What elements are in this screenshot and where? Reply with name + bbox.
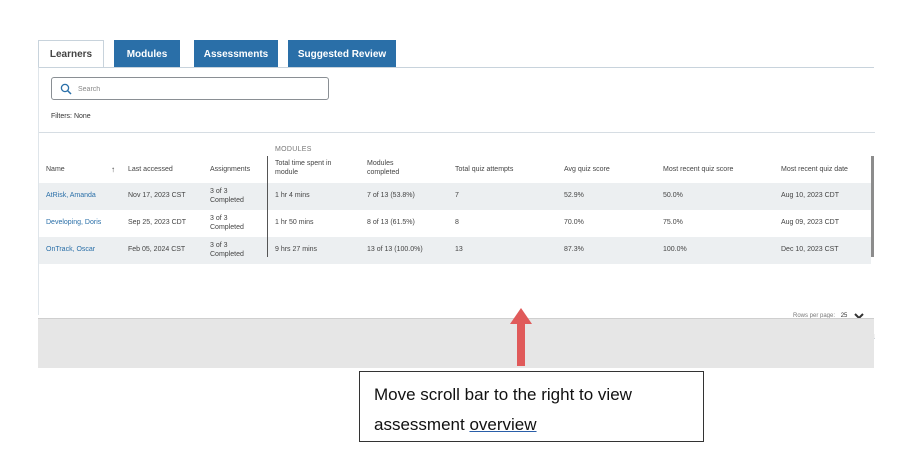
recent-quiz-score-cell: 75.0% xyxy=(663,219,683,226)
assignments-cell: 3 of 3 Completed xyxy=(210,215,244,231)
recent-quiz-score-cell: 100.0% xyxy=(663,246,687,253)
vertical-scrollbar[interactable] xyxy=(871,156,874,257)
tab-modules[interactable]: Modules xyxy=(114,40,180,68)
col-name[interactable]: Name xyxy=(46,165,65,174)
search-input[interactable] xyxy=(78,81,318,97)
total-time-cell: 1 hr 4 mins xyxy=(275,192,310,199)
frozen-column-divider xyxy=(267,156,268,257)
learners-panel: Filters: None MODULES Name ↑ Last access… xyxy=(38,67,875,339)
recent-quiz-date-cell: Aug 09, 2023 CDT xyxy=(781,219,839,226)
avg-quiz-score-cell: 87.3% xyxy=(564,246,584,253)
modules-completed-cell: 13 of 13 (100.0%) xyxy=(367,246,423,253)
quiz-attempts-cell: 7 xyxy=(455,192,459,199)
callout-line-1: Move scroll bar to the right to view xyxy=(374,385,632,404)
col-total-quiz-attempts[interactable]: Total quiz attempts xyxy=(455,165,513,174)
last-accessed-cell: Sep 25, 2023 CDT xyxy=(128,219,186,226)
col-avg-quiz-score[interactable]: Avg quiz score xyxy=(564,165,610,174)
tab-suggested-review[interactable]: Suggested Review xyxy=(288,40,396,68)
modules-completed-cell: 7 of 13 (53.8%) xyxy=(367,192,415,199)
sort-up-arrow-icon[interactable]: ↑ xyxy=(111,165,115,174)
assignments-cell: 3 of 3 Completed xyxy=(210,188,244,204)
footer-area xyxy=(38,318,874,368)
quiz-attempts-cell: 13 xyxy=(455,246,463,253)
col-last-accessed[interactable]: Last accessed xyxy=(128,165,173,174)
tab-assessments[interactable]: Assessments xyxy=(194,40,278,68)
col-total-time[interactable]: Total time spent in module xyxy=(275,159,347,177)
recent-quiz-date-cell: Dec 10, 2023 CST xyxy=(781,246,839,253)
table-row: AtRisk, Amanda Nov 17, 2023 CST 3 of 3 C… xyxy=(39,183,871,210)
learner-name-link[interactable]: Developing, Doris xyxy=(46,219,101,226)
divider xyxy=(39,132,875,133)
instruction-callout: Move scroll bar to the right to view ass… xyxy=(359,371,704,442)
last-accessed-cell: Nov 17, 2023 CST xyxy=(128,192,186,199)
learner-name-link[interactable]: AtRisk, Amanda xyxy=(46,192,96,199)
last-accessed-cell: Feb 05, 2024 CST xyxy=(128,246,186,253)
col-most-recent-quiz-date[interactable]: Most recent quiz date xyxy=(781,165,848,174)
callout-line-2: assessment overview xyxy=(374,410,689,440)
total-time-cell: 9 hrs 27 mins xyxy=(275,246,318,253)
col-assignments[interactable]: Assignments xyxy=(210,165,250,174)
table-header: Name ↑ Last accessed Assignments Total t… xyxy=(39,156,875,183)
modules-completed-cell: 8 of 13 (61.5%) xyxy=(367,219,415,226)
quiz-attempts-cell: 8 xyxy=(455,219,459,226)
tab-learners[interactable]: Learners xyxy=(38,40,104,68)
tab-bar: Learners Modules Assessments Suggested R… xyxy=(38,40,396,68)
total-time-cell: 1 hr 50 mins xyxy=(275,219,314,226)
red-up-arrow-icon xyxy=(510,308,532,366)
table-row: OnTrack, Oscar Feb 05, 2024 CST 3 of 3 C… xyxy=(39,237,871,264)
learner-name-link[interactable]: OnTrack, Oscar xyxy=(46,246,95,253)
col-modules-completed[interactable]: Modules completed xyxy=(367,159,417,177)
search-box[interactable] xyxy=(51,77,329,100)
search-icon xyxy=(60,83,72,95)
avg-quiz-score-cell: 52.9% xyxy=(564,192,584,199)
modules-group-label: MODULES xyxy=(275,146,312,153)
avg-quiz-score-cell: 70.0% xyxy=(564,219,584,226)
col-most-recent-quiz-score[interactable]: Most recent quiz score xyxy=(663,165,733,174)
learners-report-screen: Learners Modules Assessments Suggested R… xyxy=(38,38,875,368)
filters-label: Filters: None xyxy=(51,113,91,120)
recent-quiz-date-cell: Aug 10, 2023 CDT xyxy=(781,192,839,199)
table-row: Developing, Doris Sep 25, 2023 CDT 3 of … xyxy=(39,210,871,237)
recent-quiz-score-cell: 50.0% xyxy=(663,192,683,199)
assignments-cell: 3 of 3 Completed xyxy=(210,242,244,258)
callout-underlined-text: overview xyxy=(469,415,537,434)
callout-text: assessment xyxy=(374,415,470,434)
